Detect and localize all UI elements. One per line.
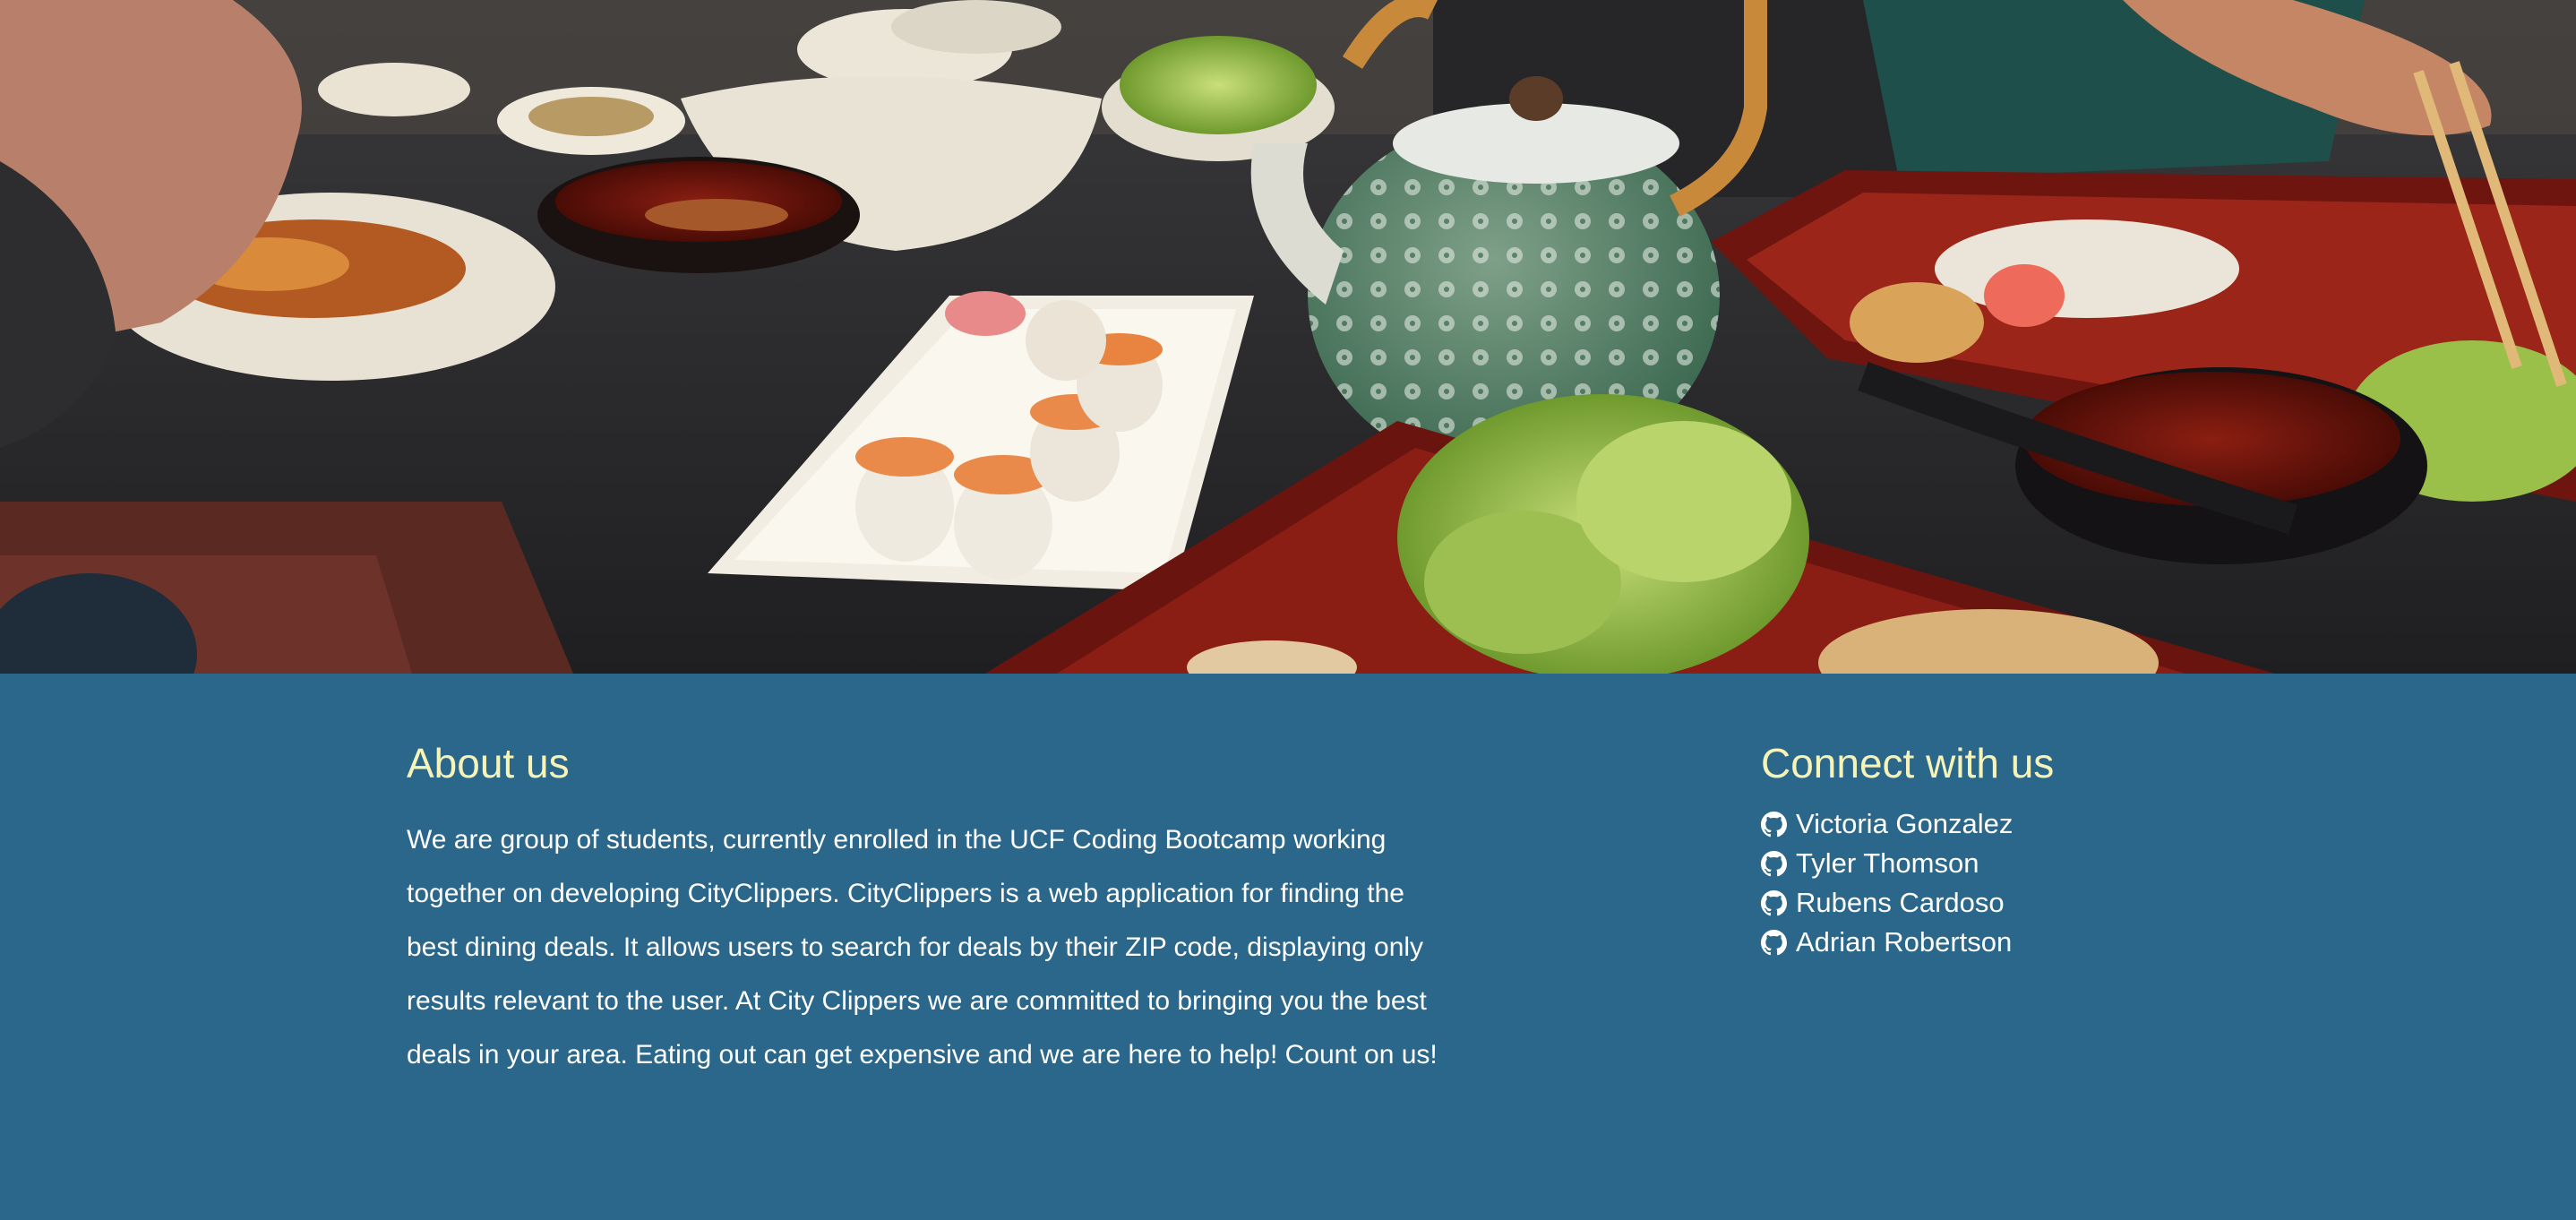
contributor-name: Adrian Robertson — [1796, 926, 2013, 958]
contributor-link-tyler-thomson[interactable]: Tyler Thomson — [1761, 844, 2298, 883]
github-icon — [1761, 811, 1787, 837]
github-icon — [1761, 889, 1787, 915]
connect-section: Connect with us Victoria Gonzalez Tyler … — [1761, 738, 2298, 962]
contributor-name: Victoria Gonzalez — [1796, 808, 2014, 839]
contributor-link-rubens-cardoso[interactable]: Rubens Cardoso — [1761, 883, 2298, 923]
about-section: About us We are group of students, curre… — [407, 738, 1446, 1082]
hero-image — [0, 0, 2576, 674]
github-icon — [1761, 850, 1787, 876]
contributor-links: Victoria Gonzalez Tyler Thomson Rubens C… — [1761, 804, 2298, 962]
footer: About us We are group of students, curre… — [0, 674, 2576, 1220]
restaurant-photo — [0, 0, 2576, 674]
contributor-name: Tyler Thomson — [1796, 847, 1979, 879]
github-icon — [1761, 929, 1787, 955]
connect-heading: Connect with us — [1761, 740, 2055, 786]
contributor-name: Rubens Cardoso — [1796, 887, 2005, 918]
contributor-link-adrian-robertson[interactable]: Adrian Robertson — [1761, 923, 2298, 962]
about-text: We are group of students, currently enro… — [407, 825, 1438, 1070]
contributor-link-victoria-gonzalez[interactable]: Victoria Gonzalez — [1761, 804, 2298, 844]
page: About us We are group of students, curre… — [0, 0, 2576, 1220]
about-heading: About us — [407, 740, 570, 786]
